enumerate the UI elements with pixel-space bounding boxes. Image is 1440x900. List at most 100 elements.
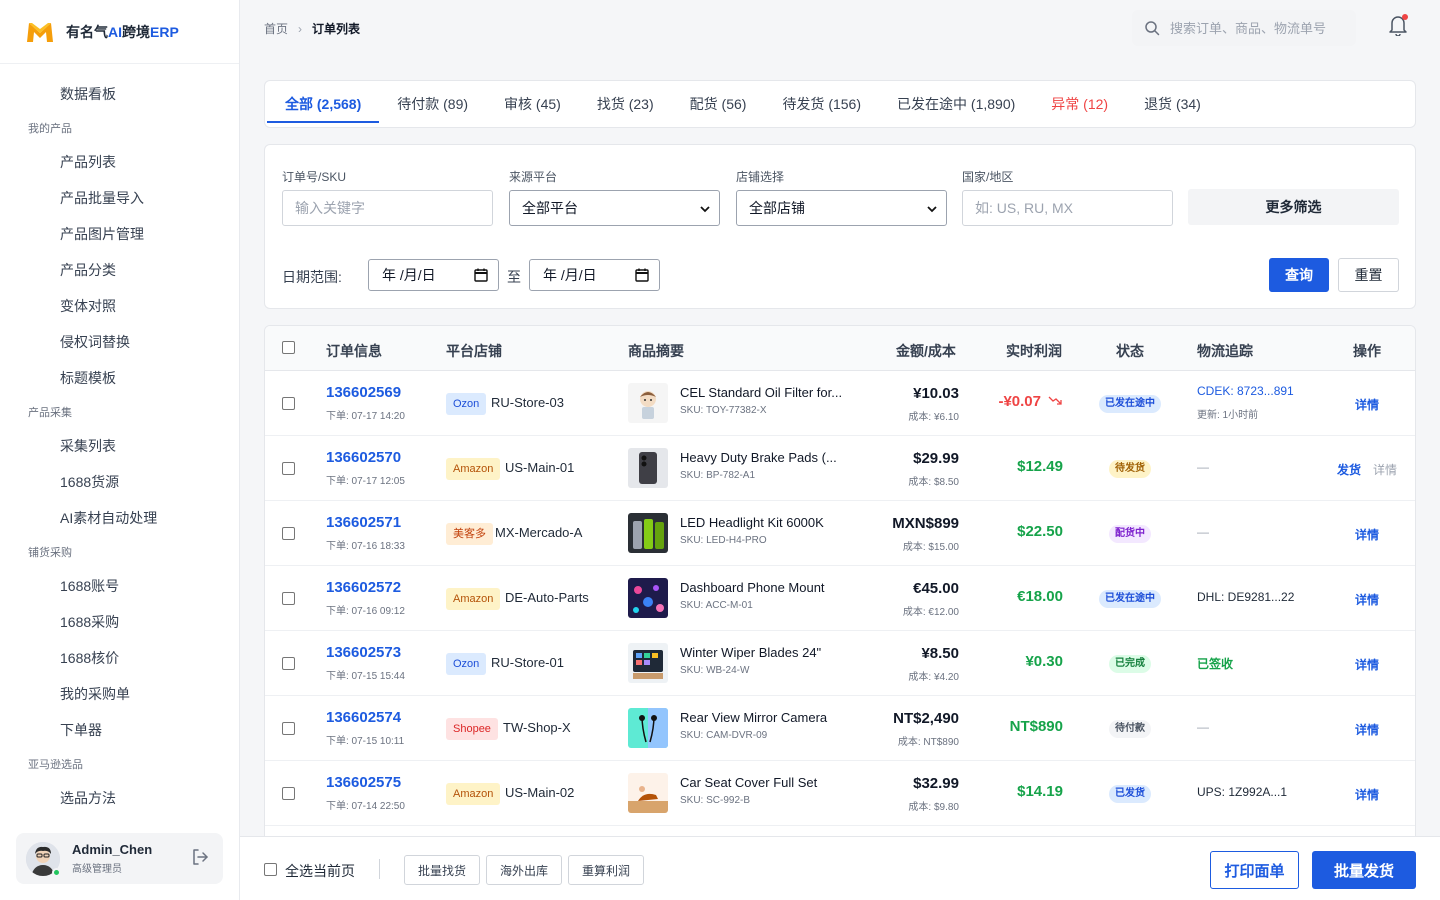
product-name[interactable]: Winter Wiper Blades 24" [680, 645, 821, 660]
sidebar-item-product-images[interactable]: 产品图片管理 [0, 216, 239, 252]
tab-5[interactable]: 待发货 (156) [764, 81, 879, 127]
column-header-status[interactable]: 状态 [1116, 341, 1144, 361]
order-number-link[interactable]: 136602571 [326, 514, 401, 531]
table-row[interactable]: 136602573 下单: 07-15 15:44 Ozon RU-Store-01 W… [265, 631, 1415, 696]
user-card[interactable]: Admin_Chen 高级管理员 [16, 833, 223, 884]
product-name[interactable]: Rear View Mirror Camera [680, 710, 827, 725]
product-name[interactable]: Dashboard Phone Mount [680, 580, 825, 595]
sidebar-item-1688-pricing[interactable]: 1688核价 [0, 640, 239, 676]
calendar-icon[interactable] [635, 268, 649, 282]
sidebar-item-order-placer[interactable]: 下单器 [0, 712, 239, 748]
row-checkbox[interactable] [282, 462, 295, 475]
order-number-link[interactable]: 136602574 [326, 709, 401, 726]
sidebar-item-selection-method[interactable]: 选品方法 [0, 780, 239, 816]
overseas-outbound-button[interactable]: 海外出库 [486, 855, 563, 885]
column-header-amount[interactable]: 金额/成本 [896, 341, 956, 361]
product-thumbnail[interactable] [628, 578, 668, 618]
ship-link[interactable]: 发货 [1337, 461, 1361, 478]
country-input[interactable] [962, 190, 1173, 226]
avatar[interactable] [26, 841, 61, 877]
product-name[interactable]: Car Seat Cover Full Set [680, 775, 817, 790]
breadcrumb-home[interactable]: 首页 [264, 20, 288, 37]
tab-0[interactable]: 全部 (2,568) [267, 81, 380, 127]
column-header-order[interactable]: 订单信息 [326, 341, 382, 361]
product-thumbnail[interactable] [628, 708, 668, 748]
order-number-link[interactable]: 136602572 [326, 579, 401, 596]
date-end-input[interactable]: 年 /月/日 [529, 259, 660, 291]
order-number-link[interactable]: 136602570 [326, 449, 401, 466]
product-thumbnail[interactable] [628, 448, 668, 488]
sidebar-item-1688-source[interactable]: 1688货源 [0, 464, 239, 500]
sidebar-item-dashboard[interactable]: 数据看板 [0, 76, 239, 112]
row-checkbox[interactable] [282, 397, 295, 410]
row-checkbox[interactable] [282, 657, 295, 670]
table-row[interactable]: 136602571 下单: 07-16 18:33 美客多 MX-Mercado-A L… [265, 501, 1415, 566]
product-thumbnail[interactable] [628, 773, 668, 813]
sidebar-item-infringing-words[interactable]: 侵权词替换 [0, 324, 239, 360]
tab-2[interactable]: 审核 (45) [486, 81, 579, 127]
sidebar-item-1688-purchase[interactable]: 1688采购 [0, 604, 239, 640]
recalc-profit-button[interactable]: 重算利润 [568, 855, 645, 885]
store-select[interactable]: 全部店铺 [736, 190, 947, 226]
table-row[interactable]: 136602570 下单: 07-17 12:05 Amazon US-Main-01… [265, 436, 1415, 501]
select-all-checkbox[interactable] [282, 341, 295, 354]
column-header-logistics[interactable]: 物流追踪 [1197, 341, 1253, 361]
table-row[interactable]: 136602569 下单: 07-17 14:20 Ozon RU-Store-03 C… [265, 371, 1415, 436]
tab-1[interactable]: 待付款 (89) [379, 81, 486, 127]
detail-link[interactable]: 详情 [1355, 591, 1379, 608]
calendar-icon[interactable] [474, 268, 488, 282]
row-checkbox[interactable] [282, 722, 295, 735]
logistics-tracking[interactable]: CDEK: 8723...891 [1197, 384, 1294, 398]
column-header-product[interactable]: 商品摘要 [628, 341, 684, 361]
sidebar-item-product-category[interactable]: 产品分类 [0, 252, 239, 288]
detail-link[interactable]: 详情 [1373, 461, 1397, 478]
order-number-link[interactable]: 136602575 [326, 774, 401, 791]
sidebar-item-product-list[interactable]: 产品列表 [0, 144, 239, 180]
reset-button[interactable]: 重置 [1338, 258, 1399, 292]
detail-link[interactable]: 详情 [1355, 786, 1379, 803]
product-name[interactable]: CEL Standard Oil Filter for... [680, 385, 842, 400]
bell-icon[interactable] [1388, 14, 1408, 37]
select-page-checkbox[interactable] [264, 863, 277, 876]
detail-link[interactable]: 详情 [1355, 396, 1379, 413]
column-header-platform[interactable]: 平台店铺 [446, 341, 502, 361]
global-search[interactable] [1132, 10, 1356, 46]
sidebar-item-variant-mapping[interactable]: 变体对照 [0, 288, 239, 324]
print-label-button[interactable]: 打印面单 [1210, 851, 1299, 889]
sidebar-item-collect-list[interactable]: 采集列表 [0, 428, 239, 464]
sidebar-item-title-template[interactable]: 标题模板 [0, 360, 239, 396]
row-checkbox[interactable] [282, 787, 295, 800]
product-name[interactable]: LED Headlight Kit 6000K [680, 515, 824, 530]
product-thumbnail[interactable] [628, 513, 668, 553]
tab-6[interactable]: 已发在途中 (1,890) [879, 81, 1033, 127]
column-header-profit[interactable]: 实时利润 [1006, 341, 1062, 361]
query-button[interactable]: 查询 [1269, 258, 1329, 292]
date-start-input[interactable]: 年 /月/日 [368, 259, 499, 291]
sidebar-item-ai-material[interactable]: AI素材自动处理 [0, 500, 239, 536]
table-row[interactable]: 136602575 下单: 07-14 22:50 Amazon US-Main-02… [265, 761, 1415, 826]
row-checkbox[interactable] [282, 592, 295, 605]
product-thumbnail[interactable] [628, 383, 668, 423]
bulk-ship-button[interactable]: 批量发货 [1312, 851, 1416, 889]
platform-select[interactable]: 全部平台 [509, 190, 720, 226]
detail-link[interactable]: 详情 [1355, 721, 1379, 738]
bulk-find-goods-button[interactable]: 批量找货 [404, 855, 481, 885]
table-row[interactable]: 136602572 下单: 07-16 09:12 Amazon DE-Auto-Pa… [265, 566, 1415, 631]
sidebar-item-product-import[interactable]: 产品批量导入 [0, 180, 239, 216]
tab-4[interactable]: 配货 (56) [672, 81, 765, 127]
detail-link[interactable]: 详情 [1355, 526, 1379, 543]
row-checkbox[interactable] [282, 527, 295, 540]
select-page-label[interactable]: 全选当前页 [285, 861, 355, 881]
product-thumbnail[interactable] [628, 643, 668, 683]
table-row[interactable]: 136602574 下单: 07-15 10:11 Shopee TW-Shop-X R… [265, 696, 1415, 761]
more-filters-button[interactable]: 更多筛选 [1188, 189, 1399, 225]
order-keyword-input[interactable] [282, 190, 493, 226]
product-name[interactable]: Heavy Duty Brake Pads (... [680, 450, 837, 465]
order-number-link[interactable]: 136602573 [326, 644, 401, 661]
tab-7[interactable]: 异常 (12) [1033, 81, 1126, 127]
sidebar-item-my-purchase-orders[interactable]: 我的采购单 [0, 676, 239, 712]
search-input[interactable] [1170, 20, 1350, 36]
brand[interactable]: 有名气AI跨境ERP [0, 0, 239, 64]
tab-8[interactable]: 退货 (34) [1126, 81, 1219, 127]
detail-link[interactable]: 详情 [1355, 656, 1379, 673]
